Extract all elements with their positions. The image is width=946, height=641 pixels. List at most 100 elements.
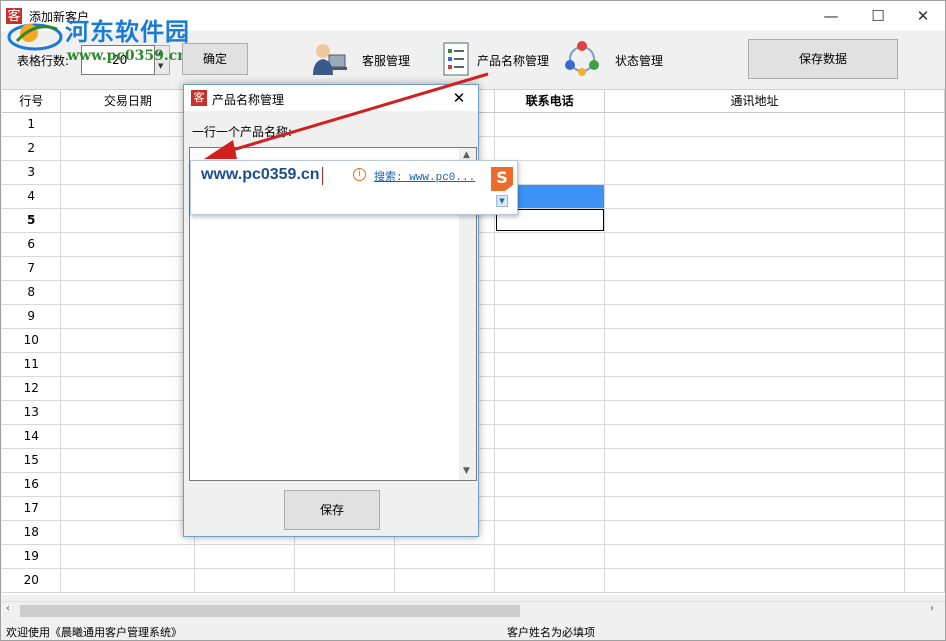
grid-cell[interactable] <box>904 496 945 521</box>
grid-cell[interactable] <box>60 208 196 233</box>
grid-cell[interactable] <box>904 400 945 425</box>
scroll-down-icon[interactable]: ▼ <box>463 466 470 476</box>
grid-cell[interactable] <box>604 208 905 233</box>
col-header-date[interactable]: 交易日期 <box>60 90 196 113</box>
product-list-icon[interactable] <box>438 41 474 77</box>
grid-cell[interactable] <box>394 568 496 593</box>
grid-cell[interactable] <box>60 184 196 209</box>
row-number-cell[interactable]: 2 <box>2 136 62 161</box>
row-number-cell[interactable]: 14 <box>2 424 62 449</box>
scroll-left-icon[interactable]: ‹ <box>6 603 10 614</box>
grid-cell[interactable] <box>904 112 945 137</box>
table-row[interactable]: 19 <box>2 544 945 569</box>
grid-cell[interactable] <box>394 544 496 569</box>
customer-service-label[interactable]: 客服管理 <box>362 52 410 69</box>
grid-cell[interactable] <box>604 184 905 209</box>
row-number-cell[interactable]: 4 <box>2 184 62 209</box>
grid-cell[interactable] <box>604 376 905 401</box>
grid-cell[interactable] <box>604 496 905 521</box>
grid-cell[interactable] <box>904 520 945 545</box>
row-number-cell[interactable]: 7 <box>2 256 62 281</box>
grid-cell[interactable] <box>60 256 196 281</box>
grid-cell[interactable] <box>604 448 905 473</box>
grid-cell[interactable] <box>60 280 196 305</box>
grid-cell[interactable] <box>904 232 945 257</box>
grid-cell[interactable] <box>60 496 196 521</box>
customer-service-icon[interactable] <box>311 41 347 77</box>
grid-cell[interactable] <box>494 376 606 401</box>
row-number-cell[interactable]: 10 <box>2 328 62 353</box>
grid-cell[interactable] <box>60 352 196 377</box>
grid-cell[interactable] <box>904 376 945 401</box>
grid-cell[interactable] <box>494 352 606 377</box>
grid-cell[interactable] <box>494 496 606 521</box>
confirm-button[interactable]: 确定 <box>182 43 248 75</box>
col-header[interactable] <box>904 90 945 113</box>
grid-cell[interactable] <box>60 328 196 353</box>
grid-cell[interactable] <box>604 568 905 593</box>
status-cycle-icon[interactable] <box>564 41 600 77</box>
row-number-cell[interactable]: 12 <box>2 376 62 401</box>
grid-cell[interactable] <box>604 136 905 161</box>
row-number-cell[interactable]: 5 <box>2 208 62 233</box>
grid-cell[interactable] <box>60 472 196 497</box>
grid-cell[interactable] <box>904 328 945 353</box>
grid-cell[interactable] <box>904 208 945 233</box>
grid-cell[interactable] <box>494 256 606 281</box>
grid-cell[interactable] <box>904 304 945 329</box>
grid-cell[interactable] <box>60 112 196 137</box>
grid-cell[interactable] <box>904 424 945 449</box>
grid-cell[interactable] <box>494 424 606 449</box>
product-name-label[interactable]: 产品名称管理 <box>477 52 549 69</box>
ime-candidate-popup[interactable]: www.pc0359.cn i 搜索: www.pc0... S ▼ <box>190 160 518 215</box>
row-number-cell[interactable]: 11 <box>2 352 62 377</box>
grid-cell[interactable] <box>60 424 196 449</box>
grid-cell[interactable] <box>604 328 905 353</box>
row-number-cell[interactable]: 16 <box>2 472 62 497</box>
grid-cell[interactable] <box>494 232 606 257</box>
grid-cell[interactable] <box>904 568 945 593</box>
grid-cell[interactable] <box>60 232 196 257</box>
grid-cell[interactable] <box>294 568 396 593</box>
col-header-row-number[interactable]: 行号 <box>2 90 62 113</box>
grid-cell[interactable] <box>604 112 905 137</box>
row-number-cell[interactable]: 18 <box>2 520 62 545</box>
row-number-cell[interactable]: 6 <box>2 232 62 257</box>
grid-cell[interactable] <box>60 376 196 401</box>
grid-cell[interactable] <box>904 280 945 305</box>
col-header-phone[interactable]: 联系电话 <box>494 90 606 113</box>
grid-cell[interactable] <box>494 280 606 305</box>
grid-cell[interactable] <box>494 400 606 425</box>
grid-cell[interactable] <box>294 544 396 569</box>
row-number-cell[interactable]: 17 <box>2 496 62 521</box>
minimize-button[interactable]: — <box>821 7 841 25</box>
grid-cell[interactable] <box>904 136 945 161</box>
grid-cell[interactable] <box>60 520 196 545</box>
grid-cell[interactable] <box>904 448 945 473</box>
grid-cell[interactable] <box>604 424 905 449</box>
status-label[interactable]: 状态管理 <box>615 52 663 69</box>
row-number-cell[interactable]: 19 <box>2 544 62 569</box>
scroll-right-icon[interactable]: › <box>930 603 934 614</box>
ime-search-link[interactable]: 搜索: www.pc0... <box>374 168 475 184</box>
grid-cell[interactable] <box>60 544 196 569</box>
grid-cell[interactable] <box>494 544 606 569</box>
grid-cell[interactable] <box>604 352 905 377</box>
row-number-cell[interactable]: 20 <box>2 568 62 593</box>
horizontal-scrollbar[interactable]: ‹ › <box>2 601 945 619</box>
grid-cell[interactable] <box>604 256 905 281</box>
grid-cell[interactable] <box>904 472 945 497</box>
grid-cell[interactable] <box>904 256 945 281</box>
dialog-save-button[interactable]: 保存 <box>284 490 380 530</box>
grid-cell[interactable] <box>494 520 606 545</box>
grid-cell[interactable] <box>60 304 196 329</box>
grid-cell[interactable] <box>60 160 196 185</box>
row-number-cell[interactable]: 3 <box>2 160 62 185</box>
grid-cell[interactable] <box>194 568 296 593</box>
grid-cell[interactable] <box>60 448 196 473</box>
table-row[interactable]: 20 <box>2 568 945 593</box>
grid-cell[interactable] <box>604 472 905 497</box>
grid-cell[interactable] <box>904 352 945 377</box>
row-number-cell[interactable]: 9 <box>2 304 62 329</box>
grid-cell[interactable] <box>494 472 606 497</box>
